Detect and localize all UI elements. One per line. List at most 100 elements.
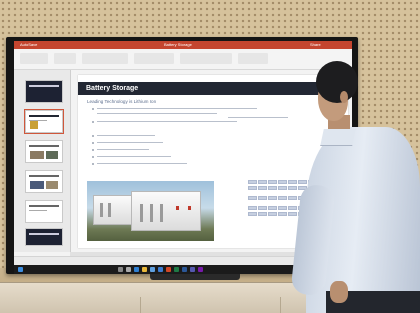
battery-cell <box>248 180 257 184</box>
battery-cell <box>288 196 297 200</box>
battery-cell <box>258 212 267 216</box>
explorer-icon[interactable] <box>142 267 147 272</box>
battery-cell <box>248 186 257 190</box>
thumb-image <box>30 151 44 159</box>
excel-icon[interactable] <box>174 267 179 272</box>
battery-cell <box>258 186 267 190</box>
bullet-dot <box>92 108 94 110</box>
container-label <box>176 206 179 210</box>
thumb-title-bar <box>29 85 59 87</box>
slide-thumbnail[interactable] <box>24 109 64 134</box>
battery-cell <box>248 212 257 216</box>
tv-stand <box>150 274 240 280</box>
bullet-text-line <box>228 117 288 119</box>
bullet-text-line <box>97 121 237 123</box>
thumb-title-bar <box>29 115 59 117</box>
bullet-dot <box>92 135 94 137</box>
battery-container <box>131 191 201 231</box>
ribbon-group-paragraph[interactable] <box>134 53 174 64</box>
credenza-seam <box>280 297 281 313</box>
battery-cell <box>288 180 297 184</box>
thumb-image <box>30 121 38 129</box>
mail-icon[interactable] <box>158 267 163 272</box>
slide-thumbnail[interactable] <box>25 228 63 246</box>
battery-cell <box>258 206 267 210</box>
bullet-text-line <box>97 108 257 110</box>
credenza-seam <box>140 297 141 313</box>
battery-cell <box>278 212 287 216</box>
battery-cell <box>268 206 277 210</box>
store-icon[interactable] <box>150 267 155 272</box>
battery-cell <box>278 206 287 210</box>
onenote-icon[interactable] <box>198 267 203 272</box>
ribbon-group-editing[interactable] <box>238 53 268 64</box>
battery-cell <box>268 212 277 216</box>
battery-cell <box>288 206 297 210</box>
container-vent <box>140 204 143 222</box>
thumb-title-bar <box>29 175 59 177</box>
bullet-dot <box>92 156 94 158</box>
battery-cell <box>288 186 297 190</box>
slide-thumbnail[interactable] <box>25 140 63 163</box>
container-label <box>188 206 191 210</box>
autosave-label[interactable]: AutoSave <box>20 41 37 49</box>
container-vent <box>150 204 153 222</box>
ribbon-group-clipboard[interactable] <box>20 53 48 64</box>
battery-cell <box>268 196 277 200</box>
battery-cell <box>268 180 277 184</box>
bullet-dot <box>92 142 94 144</box>
battery-cell <box>248 196 257 200</box>
bullet-dot <box>92 163 94 165</box>
presenter-person <box>290 55 420 313</box>
ribbon-group-drawing[interactable] <box>180 53 232 64</box>
presenter-collar <box>320 129 356 146</box>
thumb-title-bar <box>29 233 59 235</box>
bullet-dot <box>92 121 94 123</box>
presenter-hair <box>316 61 358 103</box>
bullet-text-line <box>97 135 155 137</box>
battery-cell <box>278 180 287 184</box>
slide-thumbnail[interactable] <box>25 170 63 193</box>
thumb-image <box>46 181 58 189</box>
bullet-text-line <box>97 156 171 158</box>
windows-icon[interactable] <box>18 267 23 272</box>
search-icon[interactable] <box>118 267 123 272</box>
ribbon-group-font[interactable] <box>82 53 128 64</box>
battery-cell <box>258 196 267 200</box>
bullet-text-line <box>97 142 163 144</box>
edge-icon[interactable] <box>134 267 139 272</box>
scene: AutoSave Battery Storage Share Battery S… <box>0 0 420 313</box>
battery-cell <box>258 180 267 184</box>
teams-icon[interactable] <box>190 267 195 272</box>
slide-thumbnail[interactable] <box>25 80 63 103</box>
share-button[interactable]: Share <box>310 41 321 49</box>
container-vent <box>108 203 111 217</box>
thumb-title-bar <box>29 145 59 147</box>
ribbon-group-slides[interactable] <box>54 53 76 64</box>
bullet-text-line <box>97 163 187 165</box>
battery-cell <box>278 196 287 200</box>
word-icon[interactable] <box>182 267 187 272</box>
bullet-text-line <box>97 113 217 115</box>
battery-cell <box>278 186 287 190</box>
container-vent <box>100 203 103 217</box>
app-titlebar: AutoSave Battery Storage Share <box>14 41 352 49</box>
task-view-icon[interactable] <box>126 267 131 272</box>
bullet-dot <box>92 149 94 151</box>
slide-title: Battery Storage <box>86 85 139 92</box>
container-vent <box>160 204 163 222</box>
battery-container-photo <box>87 181 214 241</box>
slide-thumbnail[interactable] <box>25 200 63 223</box>
battery-cell <box>248 206 257 210</box>
thumb-text-line <box>29 210 47 211</box>
window-title: Battery Storage <box>164 42 192 47</box>
battery-cell <box>288 212 297 216</box>
slide-thumbnail-pane <box>14 70 71 252</box>
presenter-hand <box>330 281 348 303</box>
powerpoint-icon[interactable] <box>166 267 171 272</box>
presenter-ear <box>340 91 348 103</box>
bullet-text-line <box>97 149 149 151</box>
battery-cell <box>268 186 277 190</box>
thumb-title-bar <box>29 205 59 207</box>
slide-subtitle: Leading Technology is Lithium Ion <box>87 99 157 104</box>
